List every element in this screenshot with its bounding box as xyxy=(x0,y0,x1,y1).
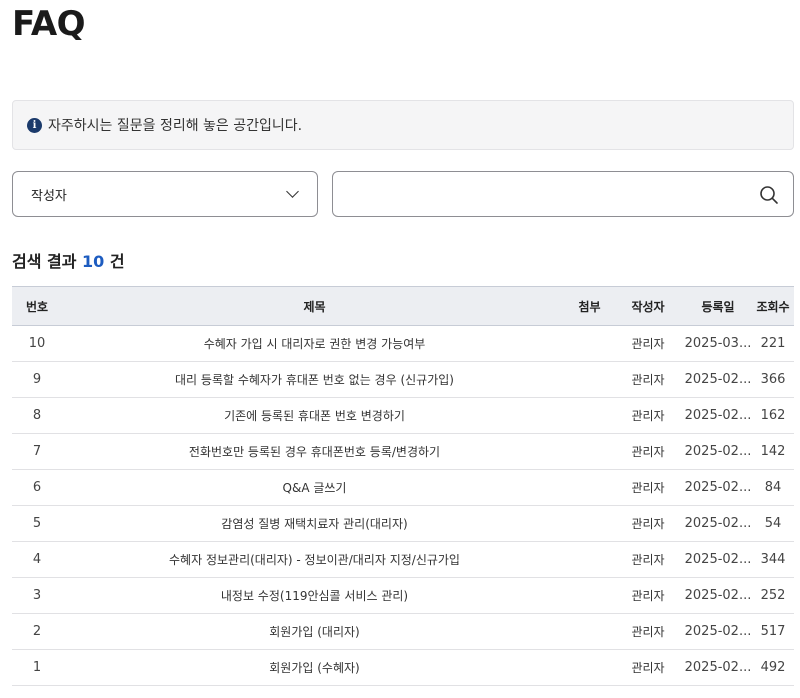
header-date[interactable]: 등록일 xyxy=(684,286,752,326)
cell-no: 10 xyxy=(12,325,62,362)
cell-no: 3 xyxy=(12,577,62,614)
select-value: 작성자 xyxy=(31,188,67,204)
cell-date: 2025-02... xyxy=(684,361,752,398)
cell-attach xyxy=(567,577,612,614)
table-row[interactable]: 7 전화번호만 등록된 경우 휴대폰번호 등록/변경하기 관리자 2025-02...… xyxy=(12,433,794,470)
table-row[interactable]: 2 회원가입 (대리자) 관리자 2025-02... 517 xyxy=(12,613,794,650)
cell-date: 2025-02... xyxy=(684,613,752,650)
info-text: 자주하시는 질문을 정리해 놓은 공간입니다. xyxy=(48,118,303,134)
cell-views: 344 xyxy=(752,541,794,578)
cell-views: 221 xyxy=(752,325,794,362)
info-banner: i 자주하시는 질문을 정리해 놓은 공간입니다. xyxy=(12,100,794,150)
cell-views: 366 xyxy=(752,361,794,398)
table-row[interactable]: 4 수혜자 정보관리(대리자) - 정보이관/대리자 지정/신규가입 관리자 2025… xyxy=(12,541,794,578)
table-row[interactable]: 3 내정보 수정(119안심콜 서비스 관리) 관리자 2025-02... 252 xyxy=(12,577,794,614)
cell-date: 2025-02... xyxy=(684,577,752,614)
cell-no: 7 xyxy=(12,433,62,470)
table-row[interactable]: 8 기존에 등록된 휴대폰 번호 변경하기 관리자 2025-02... 162 xyxy=(12,397,794,434)
table-body: 10 수혜자 가입 시 대리자로 권한 변경 가능여부 관리자 2025-03... 2… xyxy=(12,325,794,686)
search-input[interactable] xyxy=(343,180,743,208)
cell-no: 4 xyxy=(12,541,62,578)
cell-author: 관리자 xyxy=(612,397,684,434)
cell-attach xyxy=(567,469,612,506)
cell-author: 관리자 xyxy=(612,361,684,398)
table-header-row: 번호 제목 첨부 작성자 등록일 조회수 xyxy=(12,286,794,326)
cell-date: 2025-03... xyxy=(684,325,752,362)
cell-views: 252 xyxy=(752,577,794,614)
table-row[interactable]: 9 대리 등록할 수혜자가 휴대폰 번호 없는 경우 (신규가입) 관리자 2025-… xyxy=(12,361,794,398)
cell-date: 2025-02... xyxy=(684,433,752,470)
result-prefix: 검색 결과 xyxy=(12,252,83,271)
cell-attach xyxy=(567,325,612,362)
cell-title[interactable]: 회원가입 (수혜자) xyxy=(62,649,567,686)
cell-title[interactable]: Q&A 글쓰기 xyxy=(62,469,567,506)
cell-no: 6 xyxy=(12,469,62,506)
cell-attach xyxy=(567,541,612,578)
cell-author: 관리자 xyxy=(612,577,684,614)
cell-title[interactable]: 수혜자 정보관리(대리자) - 정보이관/대리자 지정/신규가입 xyxy=(62,541,567,578)
search-box xyxy=(332,171,794,217)
cell-author: 관리자 xyxy=(612,433,684,470)
header-author[interactable]: 작성자 xyxy=(612,286,684,326)
cell-title[interactable]: 수혜자 가입 시 대리자로 권한 변경 가능여부 xyxy=(62,325,567,362)
cell-author: 관리자 xyxy=(612,325,684,362)
cell-title[interactable]: 대리 등록할 수혜자가 휴대폰 번호 없는 경우 (신규가입) xyxy=(62,361,567,398)
search-icon[interactable] xyxy=(759,185,779,205)
table-row[interactable]: 6 Q&A 글쓰기 관리자 2025-02... 84 xyxy=(12,469,794,506)
header-no[interactable]: 번호 xyxy=(12,286,62,326)
cell-attach xyxy=(567,649,612,686)
chevron-down-icon xyxy=(286,185,299,198)
header-views[interactable]: 조회수 xyxy=(752,286,794,326)
cell-views: 84 xyxy=(752,469,794,506)
cell-author: 관리자 xyxy=(612,541,684,578)
result-count: 10 xyxy=(82,252,105,271)
cell-views: 162 xyxy=(752,397,794,434)
header-title[interactable]: 제목 xyxy=(62,286,567,326)
cell-attach xyxy=(567,397,612,434)
cell-views: 142 xyxy=(752,433,794,470)
cell-author: 관리자 xyxy=(612,649,684,686)
cell-no: 1 xyxy=(12,649,62,686)
cell-author: 관리자 xyxy=(612,505,684,542)
cell-no: 5 xyxy=(12,505,62,542)
cell-attach xyxy=(567,433,612,470)
result-summary: 검색 결과 10 건 xyxy=(12,248,125,272)
cell-date: 2025-02... xyxy=(684,541,752,578)
faq-table: 번호 제목 첨부 작성자 등록일 조회수 10 수혜자 가입 시 대리자로 권한 … xyxy=(12,286,794,686)
cell-no: 9 xyxy=(12,361,62,398)
cell-no: 8 xyxy=(12,397,62,434)
cell-views: 54 xyxy=(752,505,794,542)
cell-author: 관리자 xyxy=(612,613,684,650)
author-filter-select[interactable]: 작성자 xyxy=(12,171,318,217)
cell-views: 517 xyxy=(752,613,794,650)
cell-date: 2025-02... xyxy=(684,649,752,686)
page-title: FAQ xyxy=(12,4,86,44)
header-attach[interactable]: 첨부 xyxy=(567,286,612,326)
cell-views: 492 xyxy=(752,649,794,686)
cell-title[interactable]: 감염성 질병 재택치료자 관리(대리자) xyxy=(62,505,567,542)
cell-title[interactable]: 내정보 수정(119안심콜 서비스 관리) xyxy=(62,577,567,614)
cell-title[interactable]: 회원가입 (대리자) xyxy=(62,613,567,650)
cell-no: 2 xyxy=(12,613,62,650)
cell-date: 2025-02... xyxy=(684,505,752,542)
table-row[interactable]: 10 수혜자 가입 시 대리자로 권한 변경 가능여부 관리자 2025-03... 2… xyxy=(12,325,794,362)
table-row[interactable]: 1 회원가입 (수혜자) 관리자 2025-02... 492 xyxy=(12,649,794,686)
table-row[interactable]: 5 감염성 질병 재택치료자 관리(대리자) 관리자 2025-02... 54 xyxy=(12,505,794,542)
cell-attach xyxy=(567,505,612,542)
cell-title[interactable]: 전화번호만 등록된 경우 휴대폰번호 등록/변경하기 xyxy=(62,433,567,470)
info-circle-icon: i xyxy=(27,117,42,133)
cell-attach xyxy=(567,613,612,650)
cell-date: 2025-02... xyxy=(684,397,752,434)
cell-author: 관리자 xyxy=(612,469,684,506)
cell-title[interactable]: 기존에 등록된 휴대폰 번호 변경하기 xyxy=(62,397,567,434)
cell-attach xyxy=(567,361,612,398)
result-suffix: 건 xyxy=(104,252,125,271)
cell-date: 2025-02... xyxy=(684,469,752,506)
